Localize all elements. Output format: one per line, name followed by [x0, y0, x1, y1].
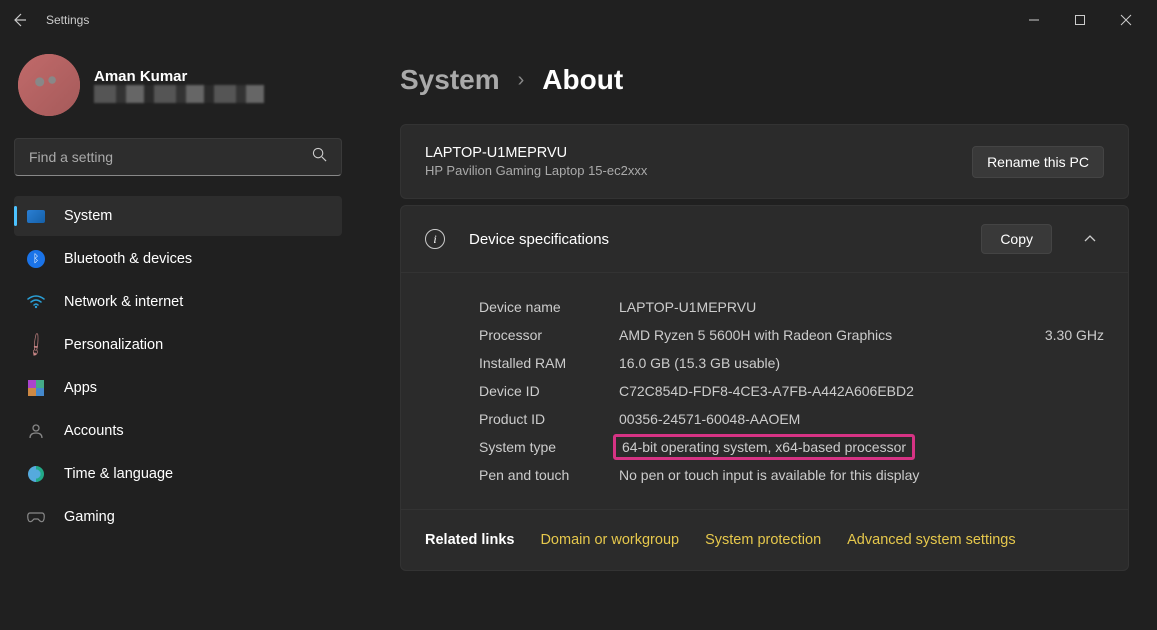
nav-list: System ᛒ Bluetooth & devices Network & i… — [14, 196, 350, 537]
device-model: HP Pavilion Gaming Laptop 15-ec2xxx — [425, 163, 647, 178]
spec-row-device-id: Device ID C72C854D-FDF8-4CE3-A7FB-A442A6… — [479, 377, 1104, 405]
link-system-protection[interactable]: System protection — [705, 532, 821, 548]
sidebar-item-label: Personalization — [64, 337, 163, 353]
maximize-button[interactable] — [1057, 4, 1103, 36]
sidebar-item-personalization[interactable]: 🖌 Personalization — [14, 325, 342, 365]
wifi-icon — [26, 292, 46, 312]
spec-body: Device name LAPTOP-U1MEPRVU Processor AM… — [401, 272, 1128, 509]
device-card: LAPTOP-U1MEPRVU HP Pavilion Gaming Lapto… — [400, 124, 1129, 199]
sidebar: Aman Kumar System ᛒ Bluetooth & devices — [0, 40, 350, 630]
system-icon — [26, 206, 46, 226]
spec-title: Device specifications — [469, 231, 957, 248]
globe-icon — [26, 464, 46, 484]
minimize-button[interactable] — [1011, 4, 1057, 36]
close-button[interactable] — [1103, 4, 1149, 36]
spec-row-ram: Installed RAM 16.0 GB (15.3 GB usable) — [479, 349, 1104, 377]
device-specifications-card: i Device specifications Copy Device name… — [400, 205, 1129, 571]
related-links-label: Related links — [425, 532, 514, 548]
related-links: Related links Domain or workgroup System… — [401, 509, 1128, 570]
back-button[interactable] — [8, 9, 30, 31]
sidebar-item-network[interactable]: Network & internet — [14, 282, 342, 322]
profile-email-redacted — [94, 85, 264, 103]
sidebar-item-system[interactable]: System — [14, 196, 342, 236]
page-title: About — [542, 64, 623, 96]
titlebar: Settings — [0, 0, 1157, 40]
sidebar-item-label: Apps — [64, 380, 97, 396]
spec-row-processor: Processor AMD Ryzen 5 5600H with Radeon … — [479, 321, 1104, 349]
person-icon — [26, 421, 46, 441]
sidebar-item-label: System — [64, 208, 112, 224]
sidebar-item-time[interactable]: Time & language — [14, 454, 342, 494]
paintbrush-icon: 🖌 — [22, 331, 50, 359]
breadcrumb: System › About — [400, 64, 1129, 96]
breadcrumb-parent[interactable]: System — [400, 64, 500, 96]
spec-row-product-id: Product ID 00356-24571-60048-AAOEM — [479, 405, 1104, 433]
sidebar-item-accounts[interactable]: Accounts — [14, 411, 342, 451]
search-icon — [312, 147, 327, 167]
profile-block[interactable]: Aman Kumar — [14, 54, 350, 136]
sidebar-item-label: Network & internet — [64, 294, 183, 310]
sidebar-item-gaming[interactable]: Gaming — [14, 497, 342, 537]
spec-row-system-type: System type 64-bit operating system, x64… — [479, 433, 1104, 461]
info-icon: i — [425, 229, 445, 249]
sidebar-item-label: Time & language — [64, 466, 173, 482]
link-domain-workgroup[interactable]: Domain or workgroup — [540, 532, 679, 548]
search-input[interactable] — [29, 149, 312, 165]
chevron-right-icon: › — [518, 69, 525, 92]
profile-name: Aman Kumar — [94, 68, 264, 85]
copy-button[interactable]: Copy — [981, 224, 1052, 254]
avatar — [18, 54, 80, 116]
bluetooth-icon: ᛒ — [26, 249, 46, 269]
sidebar-item-bluetooth[interactable]: ᛒ Bluetooth & devices — [14, 239, 342, 279]
link-advanced-settings[interactable]: Advanced system settings — [847, 532, 1015, 548]
highlighted-system-type: 64-bit operating system, x64-based proce… — [613, 434, 915, 460]
sidebar-item-label: Gaming — [64, 509, 115, 525]
spec-row-pen-touch: Pen and touch No pen or touch input is a… — [479, 461, 1104, 489]
rename-pc-button[interactable]: Rename this PC — [972, 146, 1104, 178]
spec-row-device-name: Device name LAPTOP-U1MEPRVU — [479, 293, 1104, 321]
content-area: System › About LAPTOP-U1MEPRVU HP Pavili… — [350, 40, 1157, 630]
window-title: Settings — [46, 13, 89, 27]
search-box[interactable] — [14, 138, 342, 176]
sidebar-item-label: Bluetooth & devices — [64, 251, 192, 267]
spec-header[interactable]: i Device specifications Copy — [401, 206, 1128, 272]
sidebar-item-label: Accounts — [64, 423, 124, 439]
apps-icon — [26, 378, 46, 398]
sidebar-item-apps[interactable]: Apps — [14, 368, 342, 408]
gamepad-icon — [26, 507, 46, 527]
device-name: LAPTOP-U1MEPRVU — [425, 145, 647, 161]
chevron-up-icon[interactable] — [1076, 232, 1104, 246]
